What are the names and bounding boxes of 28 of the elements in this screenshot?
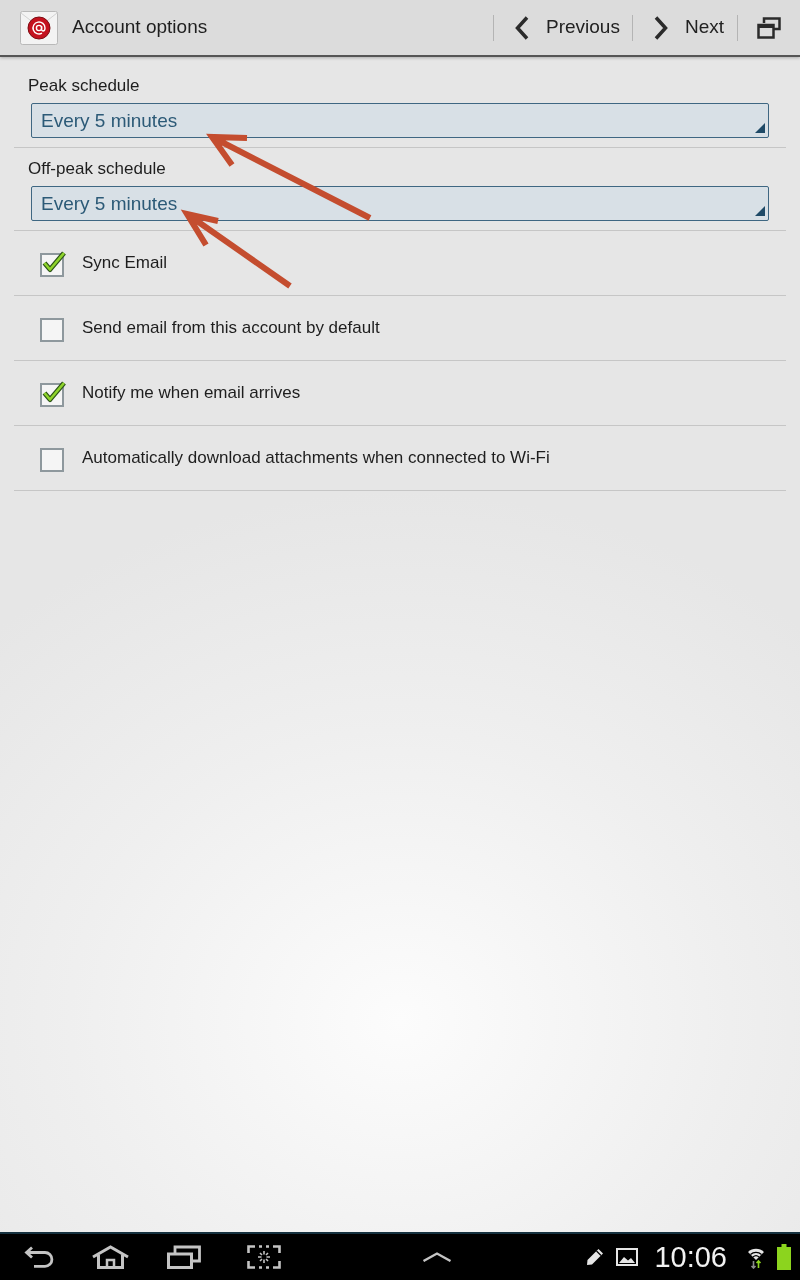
next-button[interactable]: Next [632,0,737,55]
capture-frame-icon[interactable] [247,1245,281,1269]
schedule-dropdown[interactable]: Every 5 minutes [31,103,769,138]
image-icon [616,1248,639,1266]
recent-apps-icon[interactable] [167,1245,201,1269]
multi-window-icon[interactable] [757,16,781,39]
email-app-icon[interactable] [20,10,58,45]
checked-checkbox[interactable] [40,379,67,407]
screen-title: Account options [72,15,208,40]
battery-icon [777,1244,791,1270]
option-label: Send email from this account by default [82,317,380,340]
caret-up-icon[interactable] [422,1252,452,1262]
option-label: Notify me when email arrives [82,382,301,405]
pencil-icon [586,1248,605,1266]
chevron-left-icon [515,15,529,40]
back-icon[interactable] [24,1246,54,1268]
previous-button[interactable]: Previous [494,0,632,55]
option-label: Automatically download attachments when connected to Wi-Fi [82,447,550,470]
schedule-label: Off-peak schedule [27,159,167,179]
chevron-right-icon [653,15,668,40]
corner-triangle-icon [755,206,765,216]
corner-triangle-icon [755,123,765,133]
status-time: 10:06 [654,1242,727,1272]
option-label: Sync Email [82,252,168,275]
schedule-label: Peak schedule [27,76,141,96]
checked-checkbox[interactable] [40,249,67,277]
schedule-dropdown[interactable]: Every 5 minutes [31,186,769,221]
home-icon[interactable] [91,1245,130,1269]
